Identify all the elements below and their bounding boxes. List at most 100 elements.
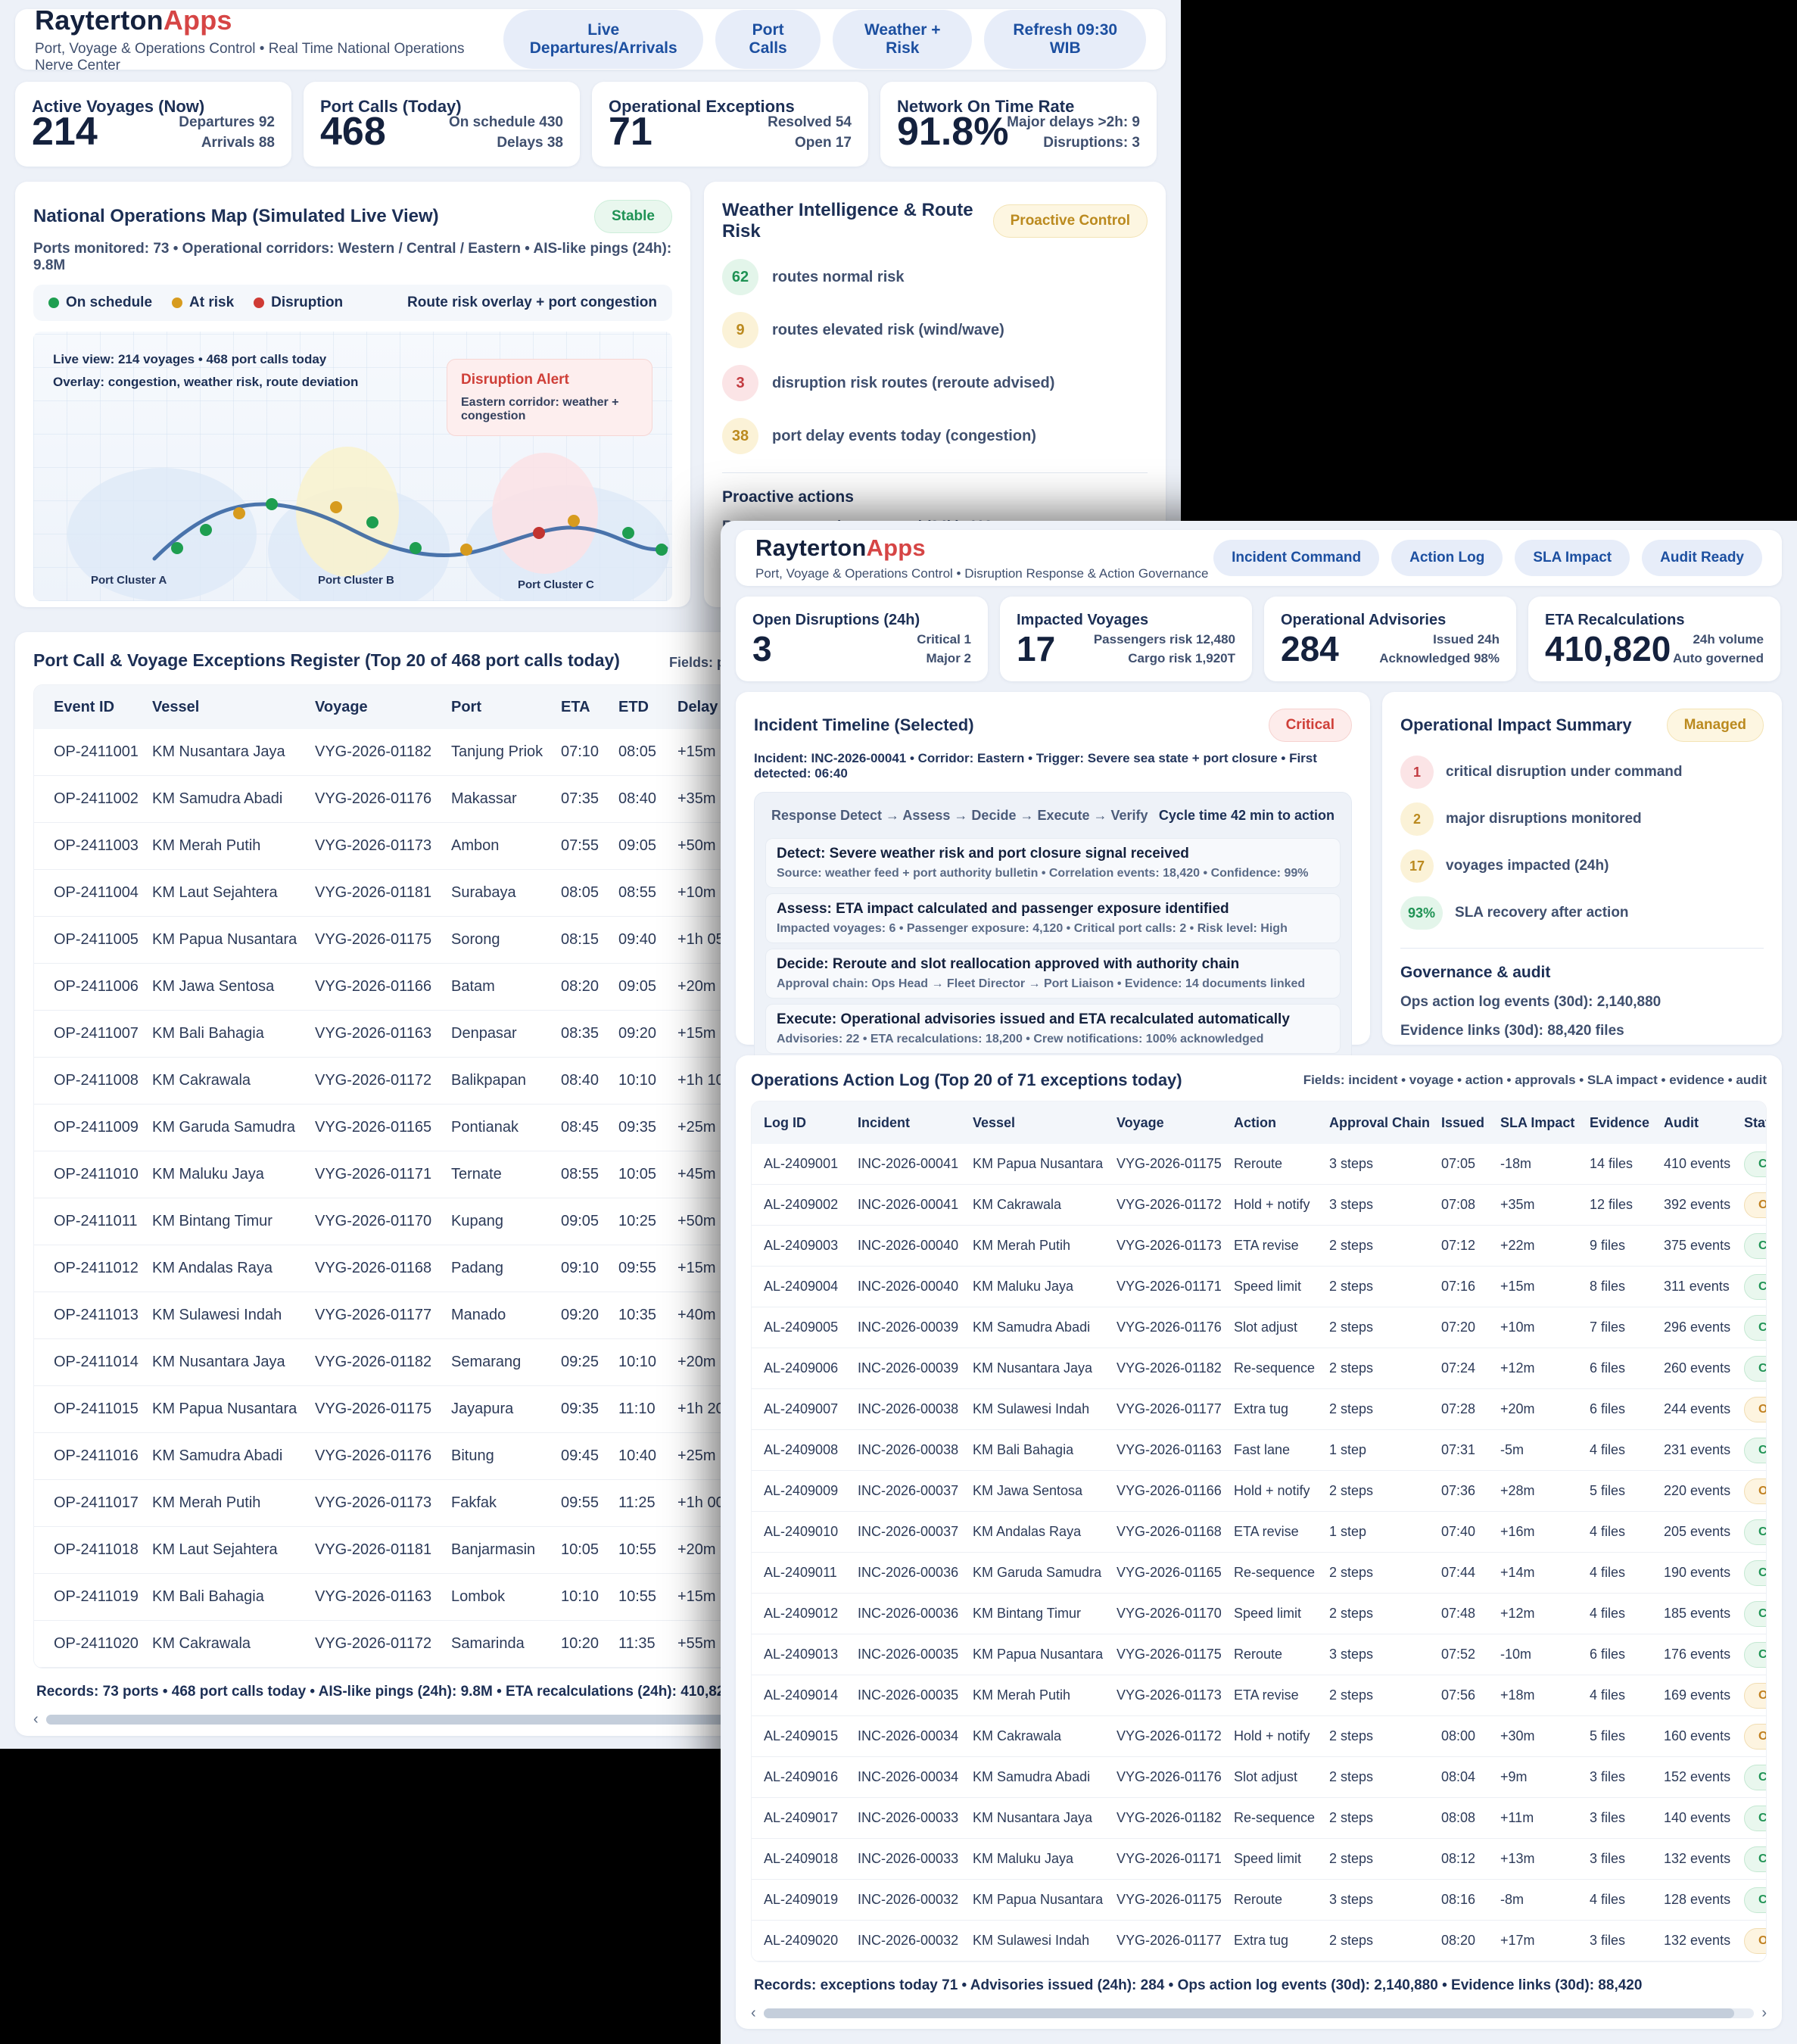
scrollbar-thumb[interactable] <box>764 2008 1734 2018</box>
table-row[interactable]: AL-2409018 INC-2026-00033 KM Maluku Jaya… <box>752 1839 1766 1880</box>
nav-button[interactable]: Action Log <box>1391 540 1503 576</box>
nav-button[interactable]: Refresh 09:30 WIB <box>984 10 1146 69</box>
disruption-alert-body: Eastern corridor: weather + congestion <box>461 396 638 423</box>
cell-sla-impact: -5m <box>1500 1442 1590 1458</box>
status-pill: Closed <box>1744 1274 1767 1300</box>
table-row[interactable]: AL-2409011 INC-2026-00036 KM Garuda Samu… <box>752 1553 1766 1594</box>
table-row[interactable]: AL-2409010 INC-2026-00037 KM Andalas Ray… <box>752 1512 1766 1553</box>
cell-status: Closed <box>1744 1806 1767 1831</box>
governance-line: Evidence links (30d): 88,420 files <box>1400 1023 1764 1039</box>
cell-vessel: KM Papua Nusantara <box>152 1401 315 1418</box>
kpi-side-line: Auto governed <box>1673 649 1764 668</box>
nav-button[interactable]: SLA Impact <box>1515 540 1630 576</box>
cell-event-id: OP-2411016 <box>54 1447 152 1465</box>
cell-voyage: VYG-2026-01175 <box>315 931 451 949</box>
table-row[interactable]: AL-2409013 INC-2026-00035 KM Papua Nusan… <box>752 1634 1766 1675</box>
actionlog-table-header: Log IDIncidentVesselVoyageActionApproval… <box>752 1101 1766 1144</box>
table-row[interactable]: AL-2409009 INC-2026-00037 KM Jawa Sentos… <box>752 1471 1766 1512</box>
cell-evidence: 4 files <box>1590 1442 1664 1458</box>
cell-action: Speed limit <box>1234 1279 1329 1295</box>
column-header: Port <box>451 699 561 716</box>
cell-evidence: 7 files <box>1590 1320 1664 1335</box>
cell-log-id: AL-2409014 <box>764 1687 858 1703</box>
impact-summary-panel: Operational Impact Summary Managed 1 cri… <box>1382 692 1782 1045</box>
scrollbar-track[interactable] <box>764 2008 1755 2018</box>
cell-incident: INC-2026-00041 <box>858 1197 973 1213</box>
cell-etd: 09:55 <box>618 1260 677 1277</box>
cell-etd: 11:35 <box>618 1635 677 1653</box>
kpi-value: 91.8% <box>897 109 1008 154</box>
table-row[interactable]: AL-2409001 INC-2026-00041 KM Papua Nusan… <box>752 1144 1766 1185</box>
scroll-left-icon[interactable]: ‹ <box>33 1711 39 1728</box>
cell-issued: 07:16 <box>1441 1279 1500 1295</box>
cell-event-id: OP-2411007 <box>54 1025 152 1042</box>
cell-sla-impact: +22m <box>1500 1238 1590 1254</box>
nav-button[interactable]: Port Calls <box>715 10 821 69</box>
table-row[interactable]: AL-2409007 INC-2026-00038 KM Sulawesi In… <box>752 1389 1766 1430</box>
table-row[interactable]: AL-2409006 INC-2026-00039 KM Nusantara J… <box>752 1348 1766 1389</box>
cell-approval-chain: 2 steps <box>1329 1606 1441 1622</box>
cell-etd: 09:05 <box>618 978 677 996</box>
cell-log-id: AL-2409004 <box>764 1279 858 1295</box>
scroll-left-icon[interactable]: ‹ <box>751 2005 756 2022</box>
cell-issued: 08:00 <box>1441 1728 1500 1744</box>
cell-etd: 10:55 <box>618 1541 677 1559</box>
cell-voyage: VYG-2026-01172 <box>315 1635 451 1653</box>
map-live-overlay-text: Live view: 214 voyages • 468 port calls … <box>53 348 358 394</box>
cell-port: Makassar <box>451 790 561 808</box>
cell-evidence: 3 files <box>1590 1769 1664 1785</box>
logo-red-part: Apps <box>867 534 926 561</box>
kpi-side-stats: Critical 1 Major 2 <box>917 630 971 668</box>
scroll-right-icon[interactable]: › <box>1761 2005 1767 2022</box>
status-pill: Open <box>1744 1724 1767 1750</box>
table-row[interactable]: AL-2409008 INC-2026-00038 KM Bali Bahagi… <box>752 1430 1766 1471</box>
weather-panel-title: Weather Intelligence & Route Risk <box>722 200 993 242</box>
cell-vessel: KM Garuda Samudra <box>152 1119 315 1136</box>
table-row[interactable]: AL-2409014 INC-2026-00035 KM Merah Putih… <box>752 1675 1766 1716</box>
actionlog-fields-note: Fields: incident • voyage • action • app… <box>1303 1073 1767 1088</box>
cell-sla-impact: +30m <box>1500 1728 1590 1744</box>
nav-button[interactable]: Live Departures/Arrivals <box>503 10 703 69</box>
cell-eta: 07:35 <box>561 790 618 808</box>
table-row[interactable]: AL-2409005 INC-2026-00039 KM Samudra Aba… <box>752 1307 1766 1348</box>
kpi-side-stats: Issued 24h Acknowledged 98% <box>1379 630 1500 668</box>
table-row[interactable]: AL-2409016 INC-2026-00034 KM Samudra Aba… <box>752 1757 1766 1798</box>
table-row[interactable]: AL-2409015 INC-2026-00034 KM Cakrawala V… <box>752 1716 1766 1757</box>
nav-button[interactable]: Incident Command <box>1213 540 1379 576</box>
table-row[interactable]: AL-2409003 INC-2026-00040 KM Merah Putih… <box>752 1226 1766 1267</box>
cell-action: Reroute <box>1234 1892 1329 1908</box>
table-row[interactable]: AL-2409012 INC-2026-00036 KM Bintang Tim… <box>752 1594 1766 1634</box>
cell-voyage: VYG-2026-01163 <box>315 1588 451 1606</box>
risk-label: routes elevated risk (wind/wave) <box>772 322 1004 339</box>
cell-eta: 10:20 <box>561 1635 618 1653</box>
nav-button[interactable]: Audit Ready <box>1642 540 1762 576</box>
cell-vessel: KM Cakrawala <box>152 1072 315 1089</box>
cell-action: ETA revise <box>1234 1687 1329 1703</box>
cell-vessel: KM Papua Nusantara <box>973 1647 1117 1662</box>
cell-event-id: OP-2411008 <box>54 1072 152 1089</box>
column-header: ETD <box>618 699 677 716</box>
window1-kpi-row: Active Voyages (Now) 214 Departures 92 A… <box>15 82 1157 167</box>
nav-button[interactable]: Weather + Risk <box>833 10 972 69</box>
table-row[interactable]: AL-2409004 INC-2026-00040 KM Maluku Jaya… <box>752 1267 1766 1307</box>
cell-voyage: VYG-2026-01176 <box>1117 1769 1234 1785</box>
table-row[interactable]: AL-2409017 INC-2026-00033 KM Nusantara J… <box>752 1798 1766 1839</box>
cell-status: Open <box>1744 1724 1767 1750</box>
table-row[interactable]: AL-2409019 INC-2026-00032 KM Papua Nusan… <box>752 1880 1766 1921</box>
cell-voyage: VYG-2026-01175 <box>1117 1156 1234 1172</box>
kpi-side-line: On schedule 430 <box>449 112 563 132</box>
cell-voyage: VYG-2026-01182 <box>1117 1360 1234 1376</box>
kpi-card: Network On Time Rate 91.8% Major delays … <box>880 82 1157 167</box>
cell-action: Fast lane <box>1234 1442 1329 1458</box>
actionlog-table-body: AL-2409001 INC-2026-00041 KM Papua Nusan… <box>752 1144 1766 1961</box>
cell-issued: 07:24 <box>1441 1360 1500 1376</box>
kpi-side-line: Passengers risk 12,480 <box>1094 630 1235 649</box>
cell-status: Open <box>1744 1397 1767 1422</box>
kpi-side-stats: 24h volume Auto governed <box>1673 630 1764 668</box>
cell-voyage: VYG-2026-01176 <box>1117 1320 1234 1335</box>
table-row[interactable]: AL-2409002 INC-2026-00041 KM Cakrawala V… <box>752 1185 1766 1226</box>
kpi-card: Active Voyages (Now) 214 Departures 92 A… <box>15 82 291 167</box>
status-pill: Closed <box>1744 1806 1767 1831</box>
table-row[interactable]: AL-2409020 INC-2026-00032 KM Sulawesi In… <box>752 1921 1766 1961</box>
divider <box>722 472 1148 473</box>
